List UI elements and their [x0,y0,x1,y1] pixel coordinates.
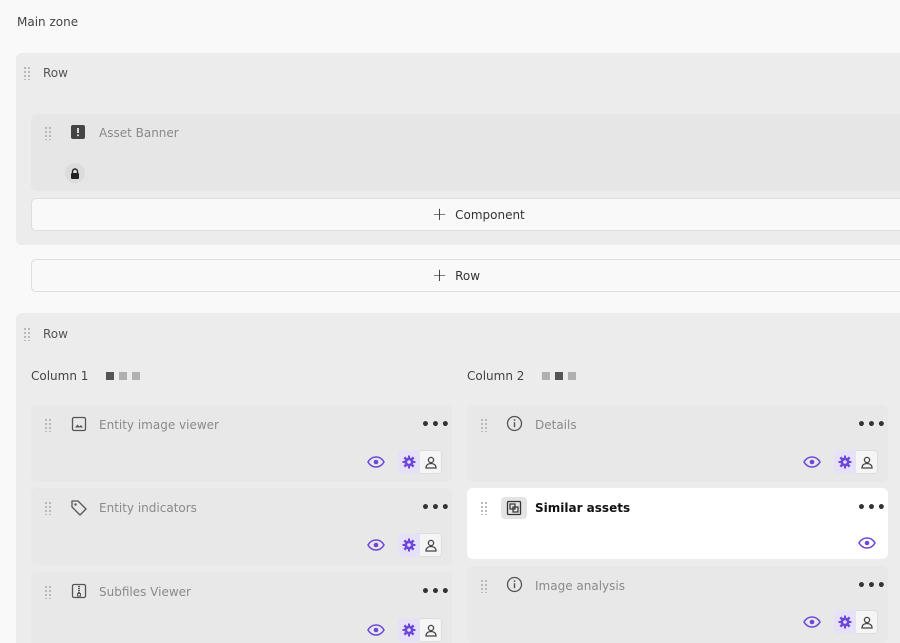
eye-icon[interactable] [857,533,877,553]
asset-banner-title: Asset Banner [99,126,179,140]
more-options-button[interactable]: ••• [857,578,887,594]
card-title: Image analysis [535,579,625,593]
gear-icon[interactable] [398,618,420,642]
column-2-header: Column 2 [467,369,577,383]
card-title: Details [535,418,577,432]
gear-icon[interactable] [398,533,420,557]
asset-banner-drag-handle[interactable] [44,126,52,140]
more-options-button[interactable]: ••• [857,500,887,516]
add-row-button[interactable]: + Row [31,259,900,292]
image-icon [71,416,87,435]
column-2-layout-selector[interactable] [540,372,577,380]
zone-title: Main zone [17,15,79,29]
card-title: Similar assets [535,501,631,515]
gear-icon[interactable] [834,450,856,474]
row-2-drag-handle[interactable] [23,327,31,341]
drag-handle[interactable] [480,501,488,515]
drag-handle[interactable] [44,585,52,599]
row-2-label: Row [43,327,68,341]
user-icon[interactable] [856,610,878,634]
column-1-layout-selector[interactable] [104,372,141,380]
column-1-header: Column 1 [31,369,141,383]
eye-icon[interactable] [366,620,386,640]
row-1-label: Row [43,66,68,80]
row-1-drag-handle[interactable] [23,66,31,80]
drag-handle[interactable] [480,579,488,593]
lock-icon [65,163,85,183]
drag-handle[interactable] [44,501,52,515]
card-title: Subfiles Viewer [99,585,191,599]
more-options-button[interactable]: ••• [421,584,451,600]
eye-icon[interactable] [366,452,386,472]
info-icon [506,576,523,596]
card-title: Entity indicators [99,501,197,515]
plus-icon: + [432,264,448,286]
drag-handle[interactable] [44,418,52,432]
similar-icon [501,497,527,519]
user-icon[interactable] [420,450,442,474]
add-component-label: Component [455,207,525,222]
component-card-similar-assets[interactable] [467,488,888,559]
more-options-button[interactable]: ••• [421,417,451,433]
tag-icon [70,499,88,520]
card-title: Entity image viewer [99,418,219,432]
user-icon[interactable] [856,450,878,474]
eye-icon[interactable] [802,612,822,632]
zip-icon [71,583,87,602]
drag-handle[interactable] [480,418,488,432]
add-component-button[interactable]: + Component [31,198,900,231]
more-options-button[interactable]: ••• [421,500,451,516]
user-icon[interactable] [420,533,442,557]
info-icon [506,415,523,435]
eye-icon[interactable] [802,452,822,472]
eye-icon[interactable] [366,535,386,555]
add-row-label: Row [455,268,481,283]
user-icon[interactable] [420,618,442,642]
alert-icon [71,125,85,142]
gear-icon[interactable] [834,610,856,634]
gear-icon[interactable] [398,450,420,474]
plus-icon: + [432,203,448,225]
column-2-label: Column 2 [467,369,525,383]
more-options-button[interactable]: ••• [857,417,887,433]
column-1-label: Column 1 [31,369,89,383]
